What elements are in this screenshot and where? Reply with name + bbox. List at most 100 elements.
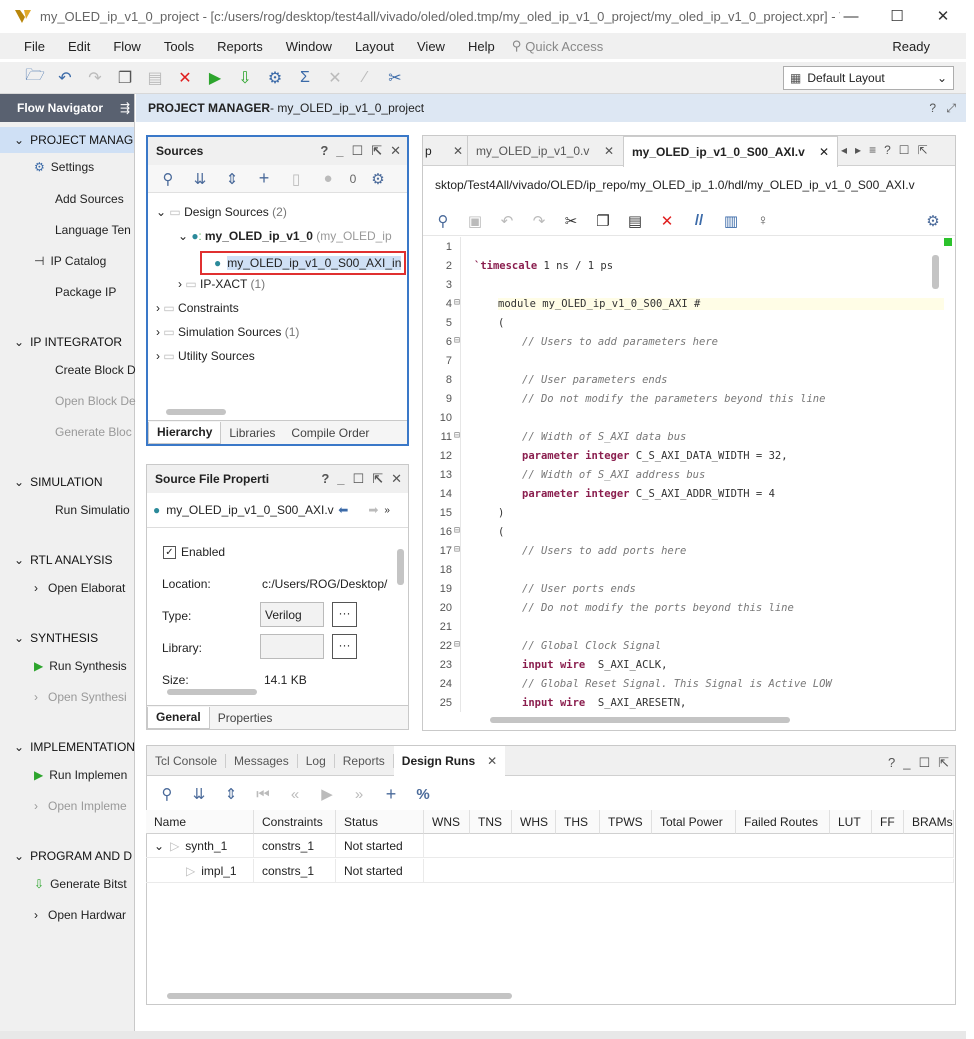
column-header[interactable]: Status <box>336 810 424 834</box>
menu-layout[interactable]: Layout <box>343 39 405 54</box>
tree-child-file[interactable]: ● my_OLED_ip_v1_0_S00_AXI_in <box>200 251 406 275</box>
editor-horizontal-scrollbar[interactable] <box>490 717 790 723</box>
undo-icon[interactable]: ↶ <box>50 64 80 92</box>
help-icon[interactable]: ? <box>321 471 329 487</box>
column-header[interactable]: WNS <box>424 810 470 834</box>
bitstream-icon[interactable]: ⇩ <box>230 64 260 92</box>
gear-icon[interactable]: ⚙ <box>364 167 392 191</box>
column-header[interactable]: LUT <box>830 810 872 834</box>
column-header[interactable]: Failed Routes <box>736 810 830 834</box>
section-program-debug[interactable]: ⌄ PROGRAM AND D <box>14 849 148 863</box>
expand-all-icon[interactable]: ⇕ <box>217 782 245 806</box>
menu-edit[interactable]: Edit <box>56 39 101 54</box>
table-cell-name[interactable]: ⌄ ▷ synth_1 <box>146 834 254 858</box>
column-header[interactable]: Total Power <box>652 810 736 834</box>
restore-icon[interactable]: ☐ <box>352 143 364 159</box>
save-icon[interactable]: ▣ <box>461 209 489 233</box>
delete-icon[interactable]: ✕ <box>170 64 200 92</box>
add-icon[interactable]: + <box>377 782 405 806</box>
column-header[interactable]: WHS <box>512 810 556 834</box>
maximize-button[interactable]: ☐ <box>874 0 920 32</box>
delete-icon[interactable]: ✕ <box>653 209 681 233</box>
minimize-icon[interactable]: _ <box>337 471 344 487</box>
fold-icon[interactable]: ⊟ <box>454 525 460 536</box>
fold-icon[interactable]: ⊟ <box>454 639 460 650</box>
run-icon[interactable]: ▶ <box>200 64 230 92</box>
column-header[interactable]: BRAMs <box>904 810 954 834</box>
vertical-scrollbar[interactable] <box>397 549 404 585</box>
table-cell-name[interactable]: ▷ impl_1 <box>146 859 254 883</box>
copy-icon[interactable]: ❐ <box>110 64 140 92</box>
close-icon[interactable]: ✕ <box>819 145 829 159</box>
tab-reports[interactable]: Reports <box>335 753 394 768</box>
redo-icon[interactable]: ↷ <box>80 64 110 92</box>
back-arrow-icon[interactable]: ⬅ <box>338 503 348 517</box>
minimize-icon[interactable]: _ <box>903 755 910 771</box>
section-ip-integrator[interactable]: ⌄ IP INTEGRATOR <box>14 335 148 349</box>
library-field[interactable] <box>260 634 324 659</box>
search-icon[interactable]: ⚲ <box>154 167 182 191</box>
fold-icon[interactable]: ⊟ <box>454 335 460 346</box>
editor-tab-active[interactable]: my_OLED_ip_v1_0_S00_AXI.v ✕ <box>623 136 838 167</box>
close-window-button[interactable]: ✕ <box>920 0 966 32</box>
sigma-icon[interactable]: Σ <box>290 64 320 92</box>
tree-ipxact[interactable]: › ▭ IP-XACT (1) <box>178 277 265 291</box>
editor-vertical-scrollbar[interactable] <box>932 255 939 289</box>
last-icon[interactable]: » <box>345 782 373 806</box>
close-icon[interactable]: ✕ <box>487 754 497 768</box>
horizontal-scrollbar[interactable] <box>166 409 226 415</box>
menu-flow[interactable]: Flow <box>101 39 151 54</box>
previous-icon[interactable]: « <box>281 782 309 806</box>
help-icon[interactable]: ? <box>888 755 895 771</box>
tab-design-runs[interactable]: Design Runs ✕ <box>393 745 506 776</box>
restore-icon[interactable]: ☐ <box>899 143 910 157</box>
column-header[interactable]: TNS <box>470 810 512 834</box>
tree-constraints[interactable]: › ▭ Constraints <box>156 301 239 315</box>
column-header[interactable]: TPWS <box>600 810 652 834</box>
restore-icon[interactable]: ☐ <box>918 755 930 771</box>
first-icon[interactable]: ⏮ <box>249 782 277 806</box>
minimize-button[interactable]: — <box>828 0 874 32</box>
collapse-all-icon[interactable]: ⇊ <box>185 782 213 806</box>
menu-window[interactable]: Window <box>274 39 343 54</box>
horizontal-scrollbar[interactable] <box>167 689 257 695</box>
tree-simulation-sources[interactable]: › ▭ Simulation Sources (1) <box>156 325 299 339</box>
debug-icon[interactable]: ✕ <box>320 64 350 92</box>
cut-icon[interactable]: ✂ <box>557 209 585 233</box>
add-icon[interactable]: + <box>250 167 278 191</box>
column-header[interactable]: THS <box>556 810 600 834</box>
enabled-checkbox[interactable]: ✓ <box>163 545 176 559</box>
close-icon[interactable]: ✕ <box>390 143 401 159</box>
tab-properties[interactable]: Properties <box>210 711 281 725</box>
comment-icon[interactable]: // <box>685 209 713 233</box>
tab-general[interactable]: General <box>147 706 210 729</box>
tree-utility-sources[interactable]: › ▭ Utility Sources <box>156 349 255 363</box>
editor-tab-hidden[interactable]: p <box>425 144 432 158</box>
columns-icon[interactable]: ▥ <box>717 209 745 233</box>
tools-icon[interactable]: ✂ <box>380 64 410 92</box>
next-play-icon[interactable]: ▶ <box>313 782 341 806</box>
restore-icon[interactable]: ☐ <box>353 471 365 487</box>
type-browse-button[interactable]: ··· <box>332 602 357 627</box>
float-icon[interactable]: ⇱ <box>372 471 383 487</box>
close-icon[interactable]: ✕ <box>453 144 463 158</box>
help-icon[interactable]: ? <box>884 143 891 157</box>
column-header[interactable]: FF <box>872 810 904 834</box>
menu-help[interactable]: Help <box>456 39 506 54</box>
tab-compile-order[interactable]: Compile Order <box>283 426 377 440</box>
section-rtl-analysis[interactable]: ⌄ RTL ANALYSIS <box>14 553 148 567</box>
menu-tools[interactable]: Tools <box>152 39 205 54</box>
gear-icon[interactable]: ⚙ <box>919 209 947 233</box>
paste-icon[interactable]: ▤ <box>621 209 649 233</box>
undo-icon[interactable]: ↶ <box>493 209 521 233</box>
search-icon[interactable]: ⚲ <box>153 782 181 806</box>
menu-reports[interactable]: Reports <box>205 39 274 54</box>
minimize-icon[interactable]: _ <box>336 143 343 159</box>
quick-access-field[interactable]: ⚲ Quick Access <box>512 36 782 56</box>
help-icon[interactable]: ? <box>929 101 936 115</box>
fold-icon[interactable]: ⊟ <box>454 430 460 441</box>
menu-view[interactable]: View <box>405 39 456 54</box>
tab-log[interactable]: Log <box>298 753 335 768</box>
redo-icon[interactable]: ↷ <box>525 209 553 233</box>
float-icon[interactable]: ⇱ <box>918 143 928 157</box>
